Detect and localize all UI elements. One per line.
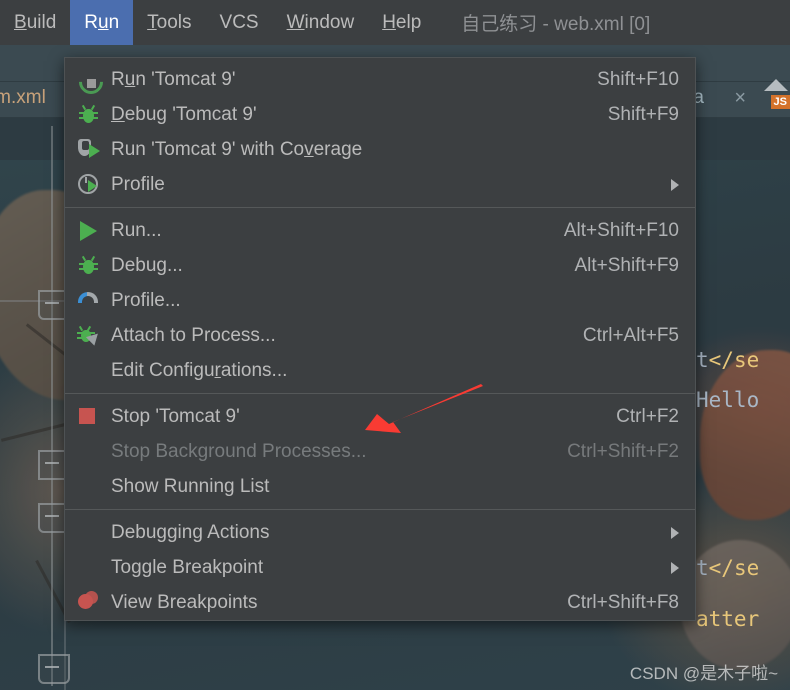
menu-item-label: View Breakpoints bbox=[111, 591, 258, 613]
menu-item-run-with-coverage[interactable]: Run 'Tomcat 9' with Coverage bbox=[65, 132, 695, 167]
tab-pom-xml[interactable]: pom.xml bbox=[0, 87, 46, 109]
menu-item-label: Run 'Tomcat 9' with Coverage bbox=[111, 138, 363, 160]
stop-icon bbox=[77, 404, 111, 430]
code-line-4: atter bbox=[696, 607, 760, 631]
menu-item-debug-tomcat[interactable]: Debug 'Tomcat 9' Shift+F9 bbox=[65, 97, 695, 132]
close-icon[interactable]: × bbox=[734, 87, 746, 110]
menu-item-label: Profile bbox=[111, 173, 165, 195]
code-line-1: t</se bbox=[696, 348, 760, 372]
menu-item-label: Attach to Process... bbox=[111, 324, 276, 346]
menu-separator-3 bbox=[65, 509, 695, 510]
menu-item-label: Toggle Breakpoint bbox=[111, 556, 264, 578]
debug-bug-icon bbox=[77, 102, 111, 128]
rerun-icon bbox=[74, 64, 111, 99]
menu-item-view-breakpoints[interactable]: View Breakpoints Ctrl+Shift+F8 bbox=[65, 585, 695, 620]
no-icon-placeholder bbox=[77, 358, 111, 384]
menu-item-show-running-list[interactable]: Show Running List bbox=[65, 469, 695, 504]
menu-item-toggle-breakpoint[interactable]: Toggle Breakpoint bbox=[65, 550, 695, 585]
menu-item-label: Profile... bbox=[111, 289, 181, 311]
fold-marker-4[interactable] bbox=[38, 654, 70, 684]
menubar-item-run[interactable]: Run bbox=[70, 0, 134, 45]
chevron-right-icon bbox=[671, 526, 679, 539]
menu-separator-1 bbox=[65, 207, 695, 208]
menu-item-stop-background-processes: Stop Background Processes... Ctrl+Shift+… bbox=[65, 434, 695, 469]
menu-item-shortcut: Ctrl+F2 bbox=[616, 405, 679, 427]
play-icon bbox=[77, 218, 111, 244]
menubar-item-vcs[interactable]: VCS bbox=[206, 0, 273, 45]
jsp-file-icon bbox=[764, 79, 788, 91]
coverage-shield-icon bbox=[77, 137, 111, 163]
menu-item-shortcut: Shift+F10 bbox=[597, 68, 679, 90]
menu-item-profile-submenu[interactable]: Profile bbox=[65, 167, 695, 202]
menu-item-shortcut: Ctrl+Shift+F8 bbox=[567, 591, 679, 613]
menu-item-debugging-actions[interactable]: Debugging Actions bbox=[65, 515, 695, 550]
menu-item-label: Debug... bbox=[111, 254, 183, 276]
menubar-item-window[interactable]: Window bbox=[273, 0, 369, 45]
profile-clock-icon bbox=[77, 172, 111, 198]
attach-process-icon bbox=[77, 323, 111, 349]
menubar-item-help[interactable]: Help bbox=[368, 0, 435, 45]
chevron-right-icon bbox=[671, 178, 679, 191]
menu-item-profile[interactable]: Profile... bbox=[65, 283, 695, 318]
window-title: 自己练习 - web.xml [0] bbox=[461, 14, 651, 35]
menu-item-label: Debug 'Tomcat 9' bbox=[111, 103, 257, 125]
no-icon-placeholder bbox=[77, 474, 111, 500]
main-menu-bar: Build Run Tools VCS Window Help 自己练习 - w… bbox=[0, 0, 790, 45]
no-icon-placeholder bbox=[77, 520, 111, 546]
menu-separator-2 bbox=[65, 393, 695, 394]
menu-item-label: Run 'Tomcat 9' bbox=[111, 68, 236, 90]
menubar-item-tools[interactable]: Tools bbox=[133, 0, 205, 45]
menu-item-label: Stop Background Processes... bbox=[111, 440, 367, 462]
debug-bug-icon bbox=[77, 253, 111, 279]
menubar-item-build[interactable]: Build bbox=[0, 0, 70, 45]
menu-item-shortcut: Alt+Shift+F9 bbox=[574, 254, 679, 276]
fold-guide-line bbox=[51, 126, 53, 686]
watermark-text: CSDN @是木子啦~ bbox=[629, 664, 778, 683]
menu-item-run-tomcat[interactable]: Run 'Tomcat 9' Shift+F10 bbox=[65, 62, 695, 99]
menu-item-shortcut: Ctrl+Alt+F5 bbox=[582, 324, 679, 346]
run-dropdown-menu: Run 'Tomcat 9' Shift+F10 Debug 'Tomcat 9… bbox=[64, 57, 696, 621]
no-icon-placeholder bbox=[77, 439, 111, 465]
menu-item-label: Run... bbox=[111, 219, 162, 241]
chevron-right-icon bbox=[671, 561, 679, 574]
menu-item-shortcut: Shift+F9 bbox=[607, 103, 679, 125]
menu-item-debug[interactable]: Debug... Alt+Shift+F9 bbox=[65, 248, 695, 283]
menu-item-label: Edit Configurations... bbox=[111, 359, 288, 381]
menu-item-shortcut: Ctrl+Shift+F2 bbox=[567, 440, 679, 462]
no-icon-placeholder bbox=[77, 555, 111, 581]
jsp-badge: JS bbox=[770, 95, 790, 109]
image-shape-b bbox=[700, 350, 790, 520]
menu-item-run[interactable]: Run... Alt+Shift+F10 bbox=[65, 213, 695, 248]
menu-item-stop-tomcat[interactable]: Stop 'Tomcat 9' Ctrl+F2 bbox=[65, 399, 695, 434]
menu-item-label: Debugging Actions bbox=[111, 521, 270, 543]
menu-item-shortcut: Alt+Shift+F10 bbox=[563, 219, 679, 241]
editor-gutter bbox=[0, 118, 70, 690]
menu-item-edit-configurations[interactable]: Edit Configurations... bbox=[65, 353, 695, 388]
menu-item-label: Stop 'Tomcat 9' bbox=[111, 405, 240, 427]
code-line-3: t</se bbox=[696, 556, 760, 580]
breakpoints-icon bbox=[77, 590, 111, 616]
menu-item-attach-to-process[interactable]: Attach to Process... Ctrl+Alt+F5 bbox=[65, 318, 695, 353]
gauge-icon bbox=[77, 288, 111, 314]
menu-item-label: Show Running List bbox=[111, 475, 270, 497]
idea-window: pom.xml java × JS t</se Hello t</se atte… bbox=[0, 0, 790, 690]
code-line-2: Hello bbox=[696, 388, 760, 412]
